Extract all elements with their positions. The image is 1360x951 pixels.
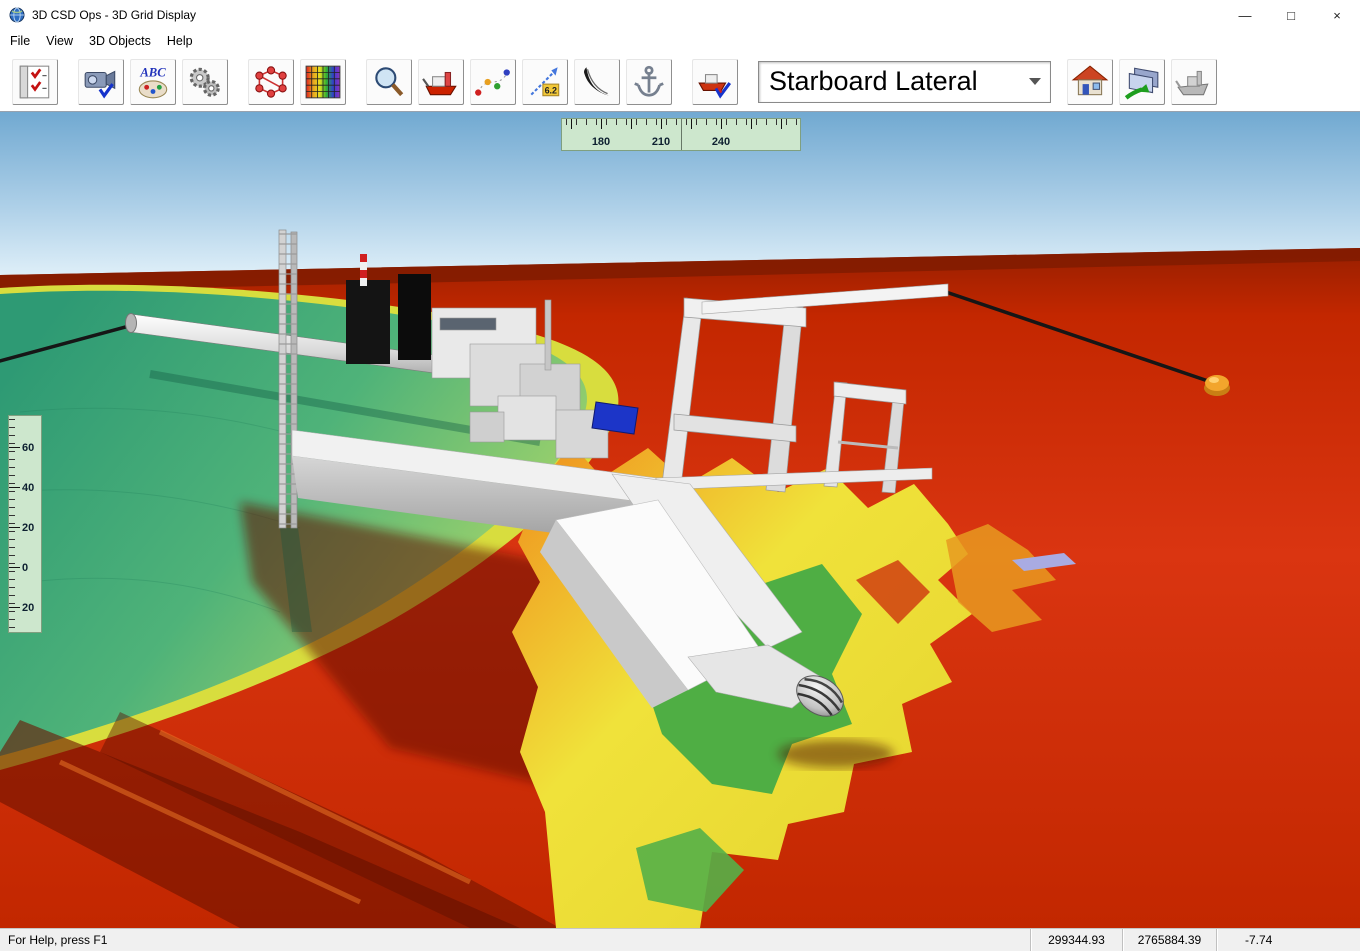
toolbar-separator bbox=[678, 59, 692, 105]
view-angle-select[interactable]: Starboard Lateral bbox=[758, 61, 1051, 103]
status-northing: 2765884.39 bbox=[1122, 929, 1216, 951]
exhaust-stack-1 bbox=[346, 280, 390, 364]
heading-ruler: 180 210 240 bbox=[561, 118, 801, 151]
depth-label-40: 40 bbox=[22, 482, 34, 494]
gears-icon bbox=[186, 63, 224, 101]
depth-label-neg20: 20 bbox=[22, 602, 34, 614]
heading-label-240: 240 bbox=[712, 136, 730, 148]
display-checklist-button[interactable] bbox=[12, 59, 58, 105]
menu-bar: File View 3D Objects Help bbox=[0, 30, 1360, 52]
route-dots-icon bbox=[474, 63, 512, 101]
waypoint-route-button[interactable] bbox=[470, 59, 516, 105]
depth-label-0: 0 bbox=[22, 562, 28, 574]
home-icon bbox=[1071, 63, 1109, 101]
app-globe-icon bbox=[9, 7, 25, 23]
dredger-ship-icon bbox=[422, 63, 460, 101]
menu-3d-objects[interactable]: 3D Objects bbox=[81, 30, 159, 52]
vessel-view-button[interactable] bbox=[1171, 59, 1217, 105]
menu-help[interactable]: Help bbox=[159, 30, 201, 52]
anchor-icon bbox=[630, 63, 668, 101]
checklist-icon bbox=[16, 63, 54, 101]
screens-arrow-icon bbox=[1123, 63, 1161, 101]
status-bar: For Help, press F1 299344.93 2765884.39 … bbox=[0, 928, 1360, 951]
heading-label-180: 180 bbox=[592, 136, 610, 148]
cutter-shadow bbox=[778, 740, 894, 768]
maximize-button[interactable]: □ bbox=[1268, 0, 1314, 30]
striped-beacon bbox=[360, 254, 367, 286]
text-style-button[interactable]: ABC bbox=[130, 59, 176, 105]
dredger-check-icon bbox=[696, 63, 734, 101]
status-help-text: For Help, press F1 bbox=[0, 933, 1030, 947]
scene-3d[interactable] bbox=[0, 112, 1360, 928]
window-title: 3D CSD Ops - 3D Grid Display bbox=[32, 8, 196, 22]
cutter-blade-button[interactable] bbox=[574, 59, 620, 105]
zoom-button[interactable] bbox=[366, 59, 412, 105]
color-grid-icon bbox=[304, 63, 342, 101]
measure-distance-button[interactable]: 6.2 bbox=[522, 59, 568, 105]
dredger-check-button[interactable] bbox=[692, 59, 738, 105]
depth-label-20: 20 bbox=[22, 522, 34, 534]
chevron-down-icon bbox=[1029, 78, 1041, 85]
depth-scale: 60 40 20 0 20 bbox=[8, 415, 42, 633]
status-depth: -7.74 bbox=[1216, 929, 1360, 951]
menu-view[interactable]: View bbox=[38, 30, 81, 52]
heading-label-210: 210 bbox=[652, 136, 670, 148]
import-view-button[interactable] bbox=[1119, 59, 1165, 105]
toolbar: ABC bbox=[0, 52, 1360, 112]
blue-chute bbox=[592, 402, 638, 434]
menu-file[interactable]: File bbox=[2, 30, 38, 52]
status-easting: 299344.93 bbox=[1030, 929, 1122, 951]
camera-check-icon bbox=[82, 63, 120, 101]
spud-mast bbox=[279, 230, 297, 528]
toolbar-separator bbox=[234, 59, 248, 105]
settings-button[interactable] bbox=[182, 59, 228, 105]
measure-arrow-icon: 6.2 bbox=[526, 63, 564, 101]
svg-text:ABC: ABC bbox=[139, 65, 166, 79]
view-angle-value: Starboard Lateral bbox=[769, 66, 978, 97]
magnifier-icon bbox=[370, 63, 408, 101]
network-nodes-button[interactable] bbox=[248, 59, 294, 105]
network-nodes-icon bbox=[252, 63, 290, 101]
pipeline-endcap bbox=[126, 314, 137, 333]
camera-check-button[interactable] bbox=[78, 59, 124, 105]
home-view-button[interactable] bbox=[1067, 59, 1113, 105]
exhaust-stack-2 bbox=[398, 274, 431, 360]
depth-label-60: 60 bbox=[22, 442, 34, 454]
gray-vessel-icon bbox=[1175, 63, 1213, 101]
anchor-button[interactable] bbox=[626, 59, 672, 105]
title-bar: 3D CSD Ops - 3D Grid Display — □ × bbox=[0, 0, 1360, 30]
cutter-blade-icon bbox=[578, 63, 616, 101]
dredger-button[interactable] bbox=[418, 59, 464, 105]
toolbar-separator bbox=[744, 59, 758, 105]
toolbar-separator bbox=[64, 59, 78, 105]
anchor-buoy bbox=[1204, 375, 1230, 396]
minimize-button[interactable]: — bbox=[1222, 0, 1268, 30]
color-palette-button[interactable] bbox=[300, 59, 346, 105]
text-palette-icon: ABC bbox=[134, 63, 172, 101]
close-button[interactable]: × bbox=[1314, 0, 1360, 30]
toolbar-separator bbox=[352, 59, 366, 105]
svg-text:6.2: 6.2 bbox=[545, 85, 557, 95]
viewport-3d[interactable]: 180 210 240 60 40 20 0 20 bbox=[0, 112, 1360, 928]
